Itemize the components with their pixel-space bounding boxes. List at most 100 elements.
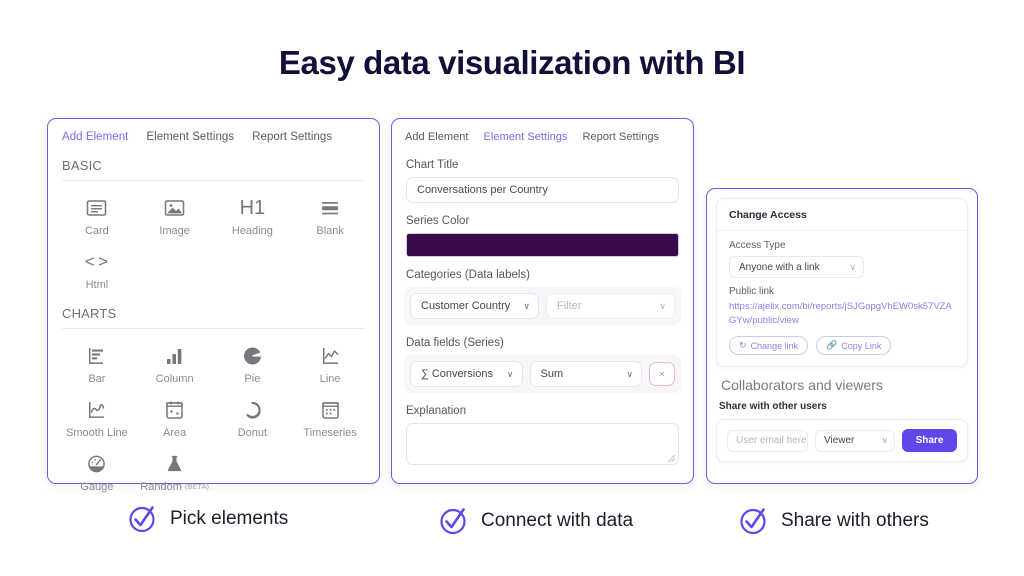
change-access-card: Change Access Access Type Anyone with a … xyxy=(716,198,968,367)
tab-element-settings[interactable]: Element Settings xyxy=(146,131,234,143)
collaborators-title: Collaborators and viewers xyxy=(721,377,883,393)
element-label: Gauge xyxy=(80,481,114,493)
element-label: Column xyxy=(155,373,194,385)
caption-text: Pick elements xyxy=(170,507,289,529)
element-label: Pie xyxy=(244,373,261,385)
element-label: Line xyxy=(319,373,341,385)
categories-label: Categories (Data labels) xyxy=(406,269,531,281)
category-filter-select[interactable]: Filter ∨ xyxy=(546,293,675,319)
element-donut-chart[interactable]: Donut xyxy=(214,391,292,443)
chart-elements-grid: Bar Column Pie Line Smooth Line Area Don… xyxy=(48,329,379,497)
copy-link-button[interactable]: 🔗 Copy Link xyxy=(816,336,892,355)
card-icon xyxy=(86,195,107,221)
share-row: User email here Viewer ∨ Share xyxy=(716,419,968,462)
h1-icon: H1 xyxy=(239,197,266,219)
link-actions: ↻ Change link 🔗 Copy Link xyxy=(729,336,955,355)
tab-add-element[interactable]: Add Element xyxy=(62,131,128,143)
panel-tabs: Add Element Element Settings Report Sett… xyxy=(48,119,379,147)
element-blank[interactable]: Blank xyxy=(291,189,369,241)
chart-title-input[interactable]: Conversations per Country xyxy=(406,177,679,203)
caret-down-icon: ∨ xyxy=(659,300,666,311)
caption-text: Share with others xyxy=(781,509,929,531)
element-label: Area xyxy=(163,427,187,439)
role-select[interactable]: Viewer ∨ xyxy=(815,429,895,452)
element-random-chart[interactable]: Random (BETA) xyxy=(136,445,214,497)
donut-chart-icon xyxy=(242,397,263,423)
series-color-swatch[interactable] xyxy=(406,233,679,257)
basic-elements-grid: Card Image H1 Heading Blank < > Html xyxy=(48,181,379,295)
series-field-select[interactable]: ∑ Conversions ∨ xyxy=(410,361,523,387)
element-label: Timeseries xyxy=(303,427,357,439)
user-email-input[interactable]: User email here xyxy=(727,429,808,452)
section-heading-charts: CHARTS xyxy=(62,306,117,321)
element-html[interactable]: < > Html xyxy=(58,243,136,295)
check-circle-icon xyxy=(438,505,469,536)
element-timeseries-chart[interactable]: Timeseries xyxy=(291,391,369,443)
check-circle-icon xyxy=(738,505,769,536)
element-pie-chart[interactable]: Pie xyxy=(214,337,292,389)
refresh-icon: ↻ xyxy=(739,340,747,350)
element-label: Smooth Line xyxy=(65,427,128,439)
change-access-body: Access Type Anyone with a link ∨ Public … xyxy=(717,231,967,366)
chevron-down-icon: ∨ xyxy=(626,368,633,379)
tab-add-element[interactable]: Add Element xyxy=(405,131,469,143)
element-area-chart[interactable]: Area xyxy=(136,391,214,443)
blank-icon xyxy=(319,195,341,221)
element-label: Html xyxy=(85,279,109,291)
section-heading-basic: BASIC xyxy=(62,158,103,173)
flask-icon xyxy=(164,451,185,477)
change-link-button[interactable]: ↻ Change link xyxy=(729,336,809,355)
element-line-chart[interactable]: Line xyxy=(291,337,369,389)
access-type-select[interactable]: Anyone with a link ∨ xyxy=(729,256,864,278)
image-icon xyxy=(164,195,185,221)
remove-series-button[interactable]: × xyxy=(649,362,675,386)
caption-share-with-others: Share with others xyxy=(738,505,929,536)
tab-report-settings[interactable]: Report Settings xyxy=(583,131,660,143)
caption-pick-elements: Pick elements xyxy=(127,503,288,534)
share-with-users-label: Share with other users xyxy=(719,401,827,412)
element-label: Bar xyxy=(88,373,106,385)
element-label: Image xyxy=(159,225,190,237)
category-field-value: Customer Country xyxy=(421,300,511,312)
timeseries-chart-icon xyxy=(320,397,341,423)
public-link-url[interactable]: https://ajelix.com/bi/reports/jSJGopgVhE… xyxy=(729,300,955,328)
element-bar-chart[interactable]: Bar xyxy=(58,337,136,389)
element-label: Donut xyxy=(237,427,268,439)
element-label: Random (BETA) xyxy=(140,481,209,493)
bar-chart-icon xyxy=(86,343,107,369)
role-value: Viewer xyxy=(824,435,855,446)
explanation-textarea[interactable] xyxy=(406,423,679,465)
change-access-title: Change Access xyxy=(717,199,967,231)
column-chart-icon xyxy=(164,343,185,369)
tab-element-settings[interactable]: Element Settings xyxy=(484,131,568,143)
access-type-value: Anyone with a link xyxy=(739,261,820,273)
gauge-chart-icon xyxy=(86,451,107,477)
chevron-down-icon: ∨ xyxy=(881,435,888,445)
category-filter-placeholder: Filter xyxy=(557,300,582,312)
element-column-chart[interactable]: Column xyxy=(136,337,214,389)
check-circle-icon xyxy=(127,503,158,534)
share-panel: Change Access Access Type Anyone with a … xyxy=(706,188,978,484)
tab-report-settings[interactable]: Report Settings xyxy=(252,131,332,143)
change-link-label: Change link xyxy=(750,340,799,351)
line-chart-icon xyxy=(320,343,341,369)
share-button[interactable]: Share xyxy=(902,429,957,452)
public-link-label: Public link xyxy=(729,286,775,297)
explanation-label: Explanation xyxy=(406,405,467,417)
access-type-label: Access Type xyxy=(729,240,786,251)
series-field-value: ∑ Conversions xyxy=(421,368,493,380)
element-heading[interactable]: H1 Heading xyxy=(214,189,292,241)
sigma-icon: ∑ xyxy=(421,368,429,380)
element-card[interactable]: Card xyxy=(58,189,136,241)
element-smooth-line-chart[interactable]: Smooth Line xyxy=(58,391,136,443)
pie-chart-icon xyxy=(242,343,263,369)
aggregation-select[interactable]: Sum ∨ xyxy=(529,361,642,387)
add-element-panel: Add Element Element Settings Report Sett… xyxy=(47,118,380,493)
element-gauge-chart[interactable]: Gauge xyxy=(58,445,136,497)
code-icon: < > xyxy=(84,252,110,271)
category-field-select[interactable]: Customer Country ∨ xyxy=(410,293,539,319)
caption-text: Connect with data xyxy=(481,509,634,531)
element-label: Heading xyxy=(231,225,273,237)
element-image[interactable]: Image xyxy=(136,189,214,241)
link-icon: 🔗 xyxy=(826,340,838,350)
